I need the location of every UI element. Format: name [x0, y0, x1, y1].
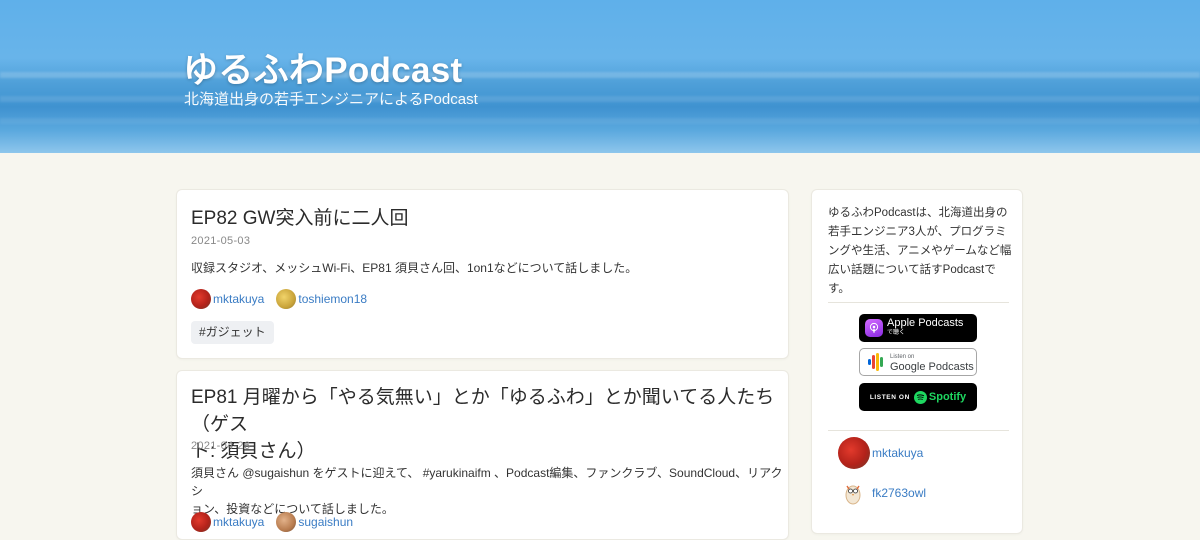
avatar [191, 512, 211, 532]
badge-label: Spotify [928, 391, 967, 403]
episode-title[interactable]: EP82 GW突入前に二人回 [191, 205, 408, 232]
episode-people: mktakuya sugaishun [191, 512, 353, 532]
episode-people: mktakuya toshiemon18 [191, 289, 367, 309]
podcast-description: ゆるふわPodcastは、北海道出身の若手エンジニア3人が、プログラミングや生活… [828, 207, 1012, 295]
owl-avatar-icon [838, 477, 870, 509]
episode-card: EP81 月曜から「やる気無い」とか「ゆるふわ」とか聞いてる人たち（ゲス ト: … [176, 370, 789, 540]
banner-wave [0, 118, 1200, 124]
avatar [838, 437, 870, 469]
apple-podcasts-icon [865, 319, 883, 337]
person-name[interactable]: mktakuya [213, 292, 264, 306]
episode-tag[interactable]: #ガジェット [191, 321, 274, 344]
divider [828, 302, 1009, 303]
person-name[interactable]: toshiemon18 [298, 292, 367, 306]
episode-title-line: EP81 月曜から「やる気無い」とか「ゆるふわ」とか聞いてる人たち（ゲス [191, 387, 775, 435]
person-name[interactable]: mktakuya [213, 515, 264, 529]
episode-description: 須貝さん @sugaishun をゲストに迎えて、 #yarukinaifm 、… [191, 464, 788, 518]
badge-label: Apple Podcasts [887, 317, 964, 329]
episode-title-line: ト: 須貝さん） [191, 441, 316, 462]
episode-description: 収録スタジオ、メッシュWi-Fi、EP81 須貝さん回、1on1などについて話し… [191, 261, 638, 275]
person-link[interactable]: mktakuya [191, 512, 264, 532]
banner-wave [0, 96, 1200, 102]
google-podcasts-badge[interactable]: Listen on Google Podcasts [859, 348, 977, 376]
banner-wave [0, 72, 1200, 78]
spotify-icon [913, 390, 927, 404]
badge-sublabel: で聴く [887, 330, 906, 336]
sidebar-card: ゆるふわPodcastは、北海道出身の若手エンジニア3人が、プログラミングや生活… [811, 189, 1023, 534]
site-header-banner: ゆるふわPodcast 北海道出身の若手エンジニアによるPodcast [0, 0, 1200, 153]
person-link[interactable]: toshiemon18 [276, 289, 367, 309]
site-title[interactable]: ゆるふわPodcast [183, 42, 462, 93]
spotify-badge[interactable]: LISTEN ON Spotify [859, 383, 977, 411]
person-link[interactable]: sugaishun [276, 512, 353, 532]
member-name[interactable]: mktakuya [872, 446, 923, 460]
google-podcasts-icon [868, 353, 884, 371]
person-link[interactable]: mktakuya [191, 289, 264, 309]
divider [828, 430, 1009, 431]
avatar [276, 512, 297, 532]
site-subtitle: 北海道出身の若手エンジニアによるPodcast [184, 91, 478, 108]
avatar [191, 289, 211, 309]
member-link[interactable]: mktakuya [838, 437, 923, 469]
badge-sublabel: LISTEN ON [869, 393, 910, 401]
episode-date: 2021-04-26 [191, 440, 251, 452]
apple-podcasts-badge[interactable]: Apple Podcasts で聴く [859, 314, 977, 342]
avatar [276, 289, 297, 309]
badge-label: Google Podcasts [890, 361, 974, 373]
member-link[interactable]: fk2763owl [838, 477, 926, 509]
episode-date: 2021-05-03 [191, 235, 251, 247]
episode-card: EP82 GW突入前に二人回 2021-05-03 収録スタジオ、メッシュWi-… [176, 189, 789, 359]
description-line: 須貝さん @sugaishun をゲストに迎えて、 #yarukinaifm 、… [191, 466, 783, 498]
person-name[interactable]: sugaishun [298, 515, 353, 529]
member-name[interactable]: fk2763owl [872, 486, 926, 500]
episode-title[interactable]: EP81 月曜から「やる気無い」とか「ゆるふわ」とか聞いてる人たち（ゲス ト: … [191, 384, 788, 465]
